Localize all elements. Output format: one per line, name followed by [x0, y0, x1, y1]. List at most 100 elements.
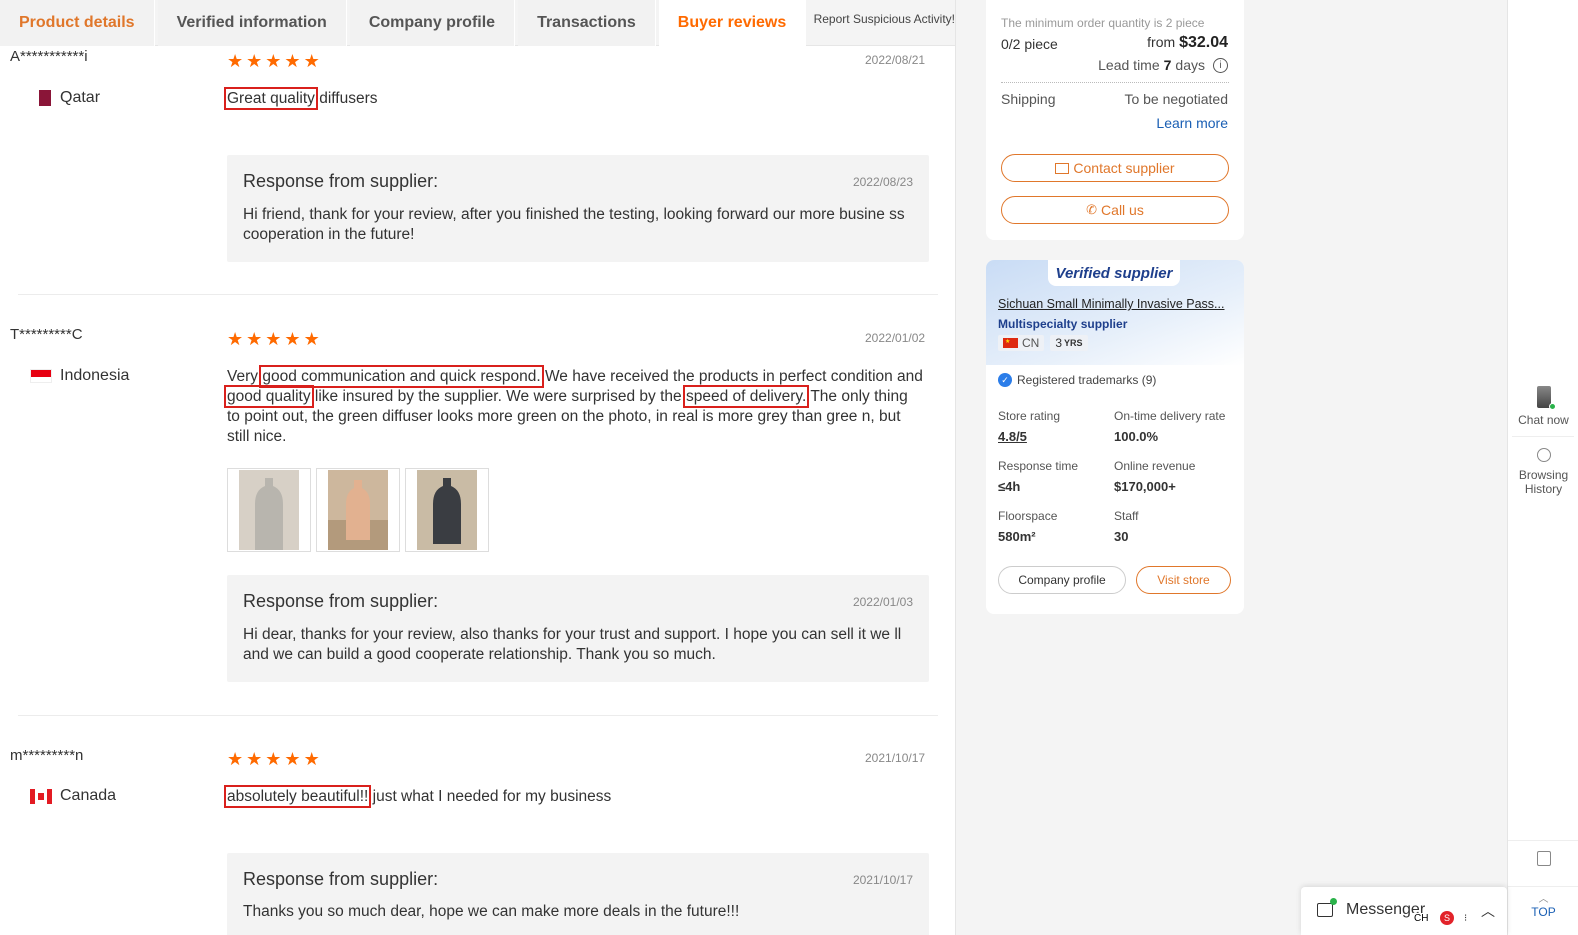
tab-transactions[interactable]: Transactions — [518, 0, 656, 46]
divider — [1508, 840, 1578, 841]
contact-supplier-label: Contact supplier — [1073, 160, 1175, 176]
moq-note: The minimum order quantity is 2 piece — [1001, 16, 1205, 30]
price-block: from $32.04 — [1147, 34, 1228, 52]
feedback-button[interactable] — [1508, 851, 1578, 866]
star-icon: ★ — [246, 329, 263, 349]
review-date: 2022/01/02 — [865, 331, 926, 345]
stat-label: Floorspace — [998, 509, 1058, 523]
response-text: Thanks you so much dear, hope we can mak… — [243, 903, 740, 920]
star-icon: ★ — [246, 749, 263, 769]
back-to-top-button[interactable]: ︿ TOP — [1508, 895, 1578, 920]
order-quantity: 0/2 piece — [1001, 36, 1058, 52]
star-icon: ★ — [284, 749, 301, 769]
response-title: Response from supplier: — [243, 869, 439, 889]
star-icon: ★ — [303, 329, 320, 349]
years-value: 3 — [1055, 336, 1063, 350]
review-photo[interactable] — [227, 468, 311, 552]
tab-buyer-reviews[interactable]: Buyer reviews — [658, 0, 807, 46]
tab-verified-information[interactable]: Verified information — [157, 0, 347, 46]
response-date: 2022/08/23 — [852, 175, 913, 189]
store-rating-value[interactable]: 4.8/5 — [998, 429, 1027, 444]
country-tag: ★ CN — [998, 335, 1045, 351]
star-icon: ★ — [265, 51, 282, 71]
tab-product-details[interactable]: Product details — [0, 0, 155, 46]
shipping-value: To be negotiated — [1124, 91, 1228, 107]
country-name: Qatar — [60, 89, 101, 106]
review-photo[interactable] — [316, 468, 400, 552]
visit-store-button[interactable]: Visit store — [1136, 566, 1231, 594]
call-us-button[interactable]: ✆ Call us — [1001, 196, 1229, 224]
chat-now-button[interactable]: Chat now — [1508, 386, 1578, 427]
report-suspicious-link[interactable]: Report Suspicious Activity! — [814, 0, 955, 38]
review-photo[interactable] — [405, 468, 489, 552]
chat-bubble-icon — [1317, 898, 1337, 917]
reviewer-country: Indonesia — [30, 367, 129, 385]
right-rail: Chat now Browsing History ︿ TOP — [1507, 0, 1578, 935]
star-rating: ★ ★ ★ ★ ★ — [227, 52, 320, 70]
years-unit: YRS — [1064, 338, 1083, 348]
learn-more-link[interactable]: Learn more — [1156, 115, 1228, 131]
qatar-flag-icon — [35, 90, 51, 106]
lead-time-unit: days — [1175, 57, 1205, 73]
divider — [18, 715, 938, 716]
stat-label: Response time — [998, 459, 1079, 473]
chevron-up-icon[interactable]: ︿ — [1481, 901, 1495, 921]
star-icon: ★ — [284, 329, 301, 349]
reviews-panel: Product details Verified information Com… — [0, 0, 956, 935]
star-rating: ★ ★ ★ ★ ★ — [227, 330, 320, 348]
star-icon: ★ — [284, 51, 301, 71]
price-value: $32.04 — [1179, 34, 1228, 51]
messenger-bar[interactable]: Messenger CH S ⁝ ︿ — [1301, 887, 1507, 935]
reviewer-name: A***********i — [10, 48, 88, 65]
edit-note-icon — [1536, 851, 1551, 866]
years-tag: 3 YRS — [1050, 335, 1088, 351]
highlighted-phrase: good quality — [224, 385, 314, 408]
highlighted-phrase: absolutely beautiful!! — [223, 785, 372, 808]
ime-indicator: CH — [1411, 913, 1432, 924]
reviewer-name: T*********C — [10, 326, 83, 343]
lead-time: Lead time 7 days i — [1098, 57, 1228, 73]
star-icon: ★ — [265, 329, 282, 349]
response-text: Hi friend, thank for your review, after … — [243, 206, 905, 243]
comment-text: just what I needed for my business — [368, 788, 612, 805]
divider — [18, 294, 938, 295]
divider — [1001, 82, 1229, 83]
country-name: Indonesia — [60, 367, 130, 384]
price-prefix: from — [1147, 34, 1176, 50]
browsing-history-button[interactable]: Browsing History — [1508, 448, 1578, 496]
response-text: Hi dear, thanks for your review, also th… — [243, 626, 902, 663]
stat-label: Store rating — [998, 409, 1061, 423]
stat-value: 30 — [1114, 529, 1129, 544]
star-icon: ★ — [227, 329, 244, 349]
contact-supplier-button[interactable]: Contact supplier — [1001, 154, 1229, 182]
star-rating: ★ ★ ★ ★ ★ — [227, 750, 320, 768]
indonesia-flag-icon — [30, 369, 52, 383]
clock-icon — [1536, 448, 1551, 462]
star-icon: ★ — [246, 51, 263, 71]
response-title: Response from supplier: — [243, 591, 439, 611]
star-icon: ★ — [227, 51, 244, 71]
reviewer-name: m*********n — [10, 747, 84, 764]
tab-company-profile[interactable]: Company profile — [349, 0, 516, 46]
diffuser-peach-image — [328, 470, 388, 550]
supplier-name-link[interactable]: Sichuan Small Minimally Invasive Pass... — [998, 297, 1234, 311]
tab-bar: Product details Verified information Com… — [0, 0, 955, 46]
company-profile-button[interactable]: Company profile — [998, 566, 1126, 594]
review-comment: Great quality diffusers — [224, 87, 923, 110]
stat-value: ≤4h — [998, 479, 1021, 494]
review-photos — [227, 468, 489, 552]
review-comment: Very good communication and quick respon… — [224, 365, 923, 447]
response-date: 2021/10/17 — [852, 873, 913, 887]
china-flag-icon: ★ — [1003, 338, 1018, 348]
diffuser-dark-image — [417, 470, 477, 550]
browsing-history-label: History — [1524, 482, 1563, 496]
divider — [1508, 886, 1578, 887]
ime-logo-icon: S — [1440, 911, 1454, 925]
divider — [1512, 436, 1574, 437]
chat-now-label: Chat now — [1518, 413, 1569, 427]
stat-label: On-time delivery rate — [1114, 409, 1226, 423]
lead-time-value: 7 — [1163, 57, 1172, 73]
trademarks: ✓ Registered trademarks (9) — [998, 373, 1156, 387]
info-icon[interactable]: i — [1213, 57, 1228, 73]
stat-value: 100.0% — [1114, 429, 1159, 444]
